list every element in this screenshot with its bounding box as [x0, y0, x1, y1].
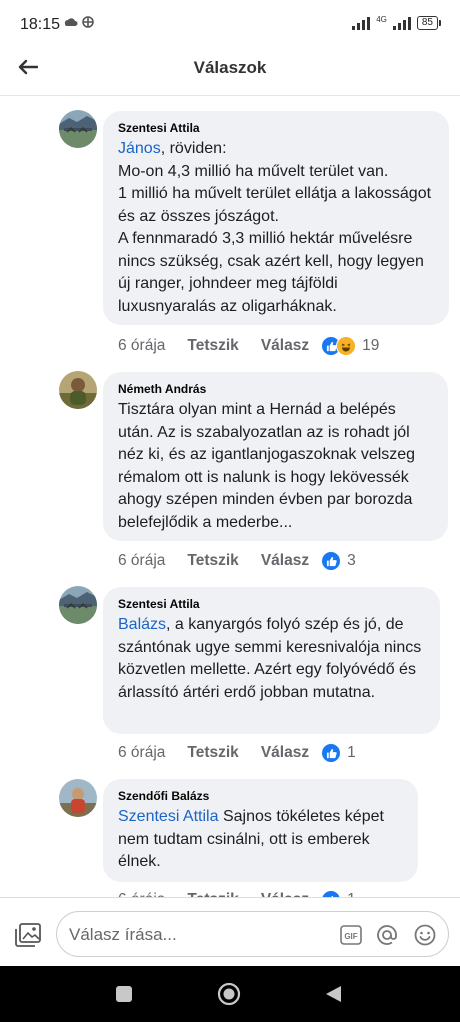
avatar-image: [59, 110, 97, 148]
system-nav-bar: [0, 966, 460, 1022]
photo-icon: [15, 923, 41, 947]
reply-button[interactable]: Válasz: [261, 744, 309, 762]
comment-author[interactable]: Németh András: [118, 382, 434, 397]
gif-icon: GIF: [340, 925, 362, 945]
reply-placeholder: Válasz írása...: [69, 925, 177, 944]
comment-actions: 6 órája Tetszik Válasz 1: [118, 743, 356, 763]
reaction-count: 1: [347, 744, 356, 761]
like-reaction-icon: [321, 743, 342, 763]
battery-indicator: 85: [416, 16, 442, 30]
svg-text:GIF: GIF: [344, 932, 357, 941]
comment-body: Tisztára olyan mint a Hernád a belépés u…: [118, 401, 416, 531]
reactions[interactable]: 3: [321, 551, 356, 571]
mention-link[interactable]: Balázs: [118, 616, 166, 633]
comment-text: Balázs, a kanyargós folyó szép és jó, de…: [118, 614, 426, 704]
mention-button[interactable]: [375, 923, 399, 947]
emoji-button[interactable]: [413, 923, 437, 947]
square-icon: [116, 986, 132, 1002]
mention-link[interactable]: Szentesi Attila: [118, 808, 219, 825]
status-right: 4G 85: [352, 15, 442, 30]
avatar[interactable]: [59, 586, 97, 624]
haha-reaction-icon: [336, 336, 357, 356]
gif-button[interactable]: GIF: [339, 923, 363, 947]
page-title: Válaszok: [193, 58, 267, 77]
back-nav-button[interactable]: [322, 983, 344, 1010]
avatar[interactable]: [59, 779, 97, 817]
comment-author[interactable]: Szentesi Attila: [118, 597, 426, 612]
avatar-image: [59, 779, 97, 817]
comment-time[interactable]: 6 órája: [118, 552, 165, 570]
recents-button[interactable]: [114, 984, 134, 1009]
like-reaction-icon: [321, 551, 342, 571]
like-button[interactable]: Tetszik: [187, 337, 238, 355]
weather-icon: [64, 16, 94, 28]
reply-composer: Válasz írása... GIF: [0, 897, 460, 970]
reactions[interactable]: 1: [321, 743, 356, 763]
comment-bubble[interactable]: Szendőfi Balázs Szentesi Attila Sajnos t…: [103, 779, 418, 882]
reply-button[interactable]: Válasz: [261, 337, 309, 355]
comment-text: Szentesi Attila Sajnos tökéletes képet n…: [118, 806, 404, 874]
comment-body: , röviden: Mo-on 4,3 millió ha művelt te…: [118, 140, 432, 315]
signal-icon: [352, 16, 371, 30]
comment-actions: 6 órája Tetszik Válasz 3: [118, 551, 356, 571]
mention-link[interactable]: János: [118, 140, 161, 157]
home-button[interactable]: [217, 982, 241, 1011]
comment-time[interactable]: 6 órája: [118, 744, 165, 762]
comment-bubble[interactable]: Szentesi Attila János, röviden: Mo-on 4,…: [103, 111, 449, 325]
comment-author[interactable]: Szendőfi Balázs: [118, 789, 404, 804]
reaction-count: 3: [347, 552, 356, 569]
network-type: 4G: [376, 15, 387, 24]
status-time: 18:15: [20, 16, 61, 33]
comment-author[interactable]: Szentesi Attila: [118, 121, 435, 136]
notification-icons: [62, 15, 96, 32]
signal-icon-2: [392, 16, 411, 30]
comment-text: János, röviden: Mo-on 4,3 millió ha műve…: [118, 138, 435, 318]
header: Válaszok: [0, 40, 460, 96]
reply-input[interactable]: Válasz írása... GIF: [56, 911, 449, 957]
avatar[interactable]: [59, 110, 97, 148]
comment-time[interactable]: 6 órája: [118, 337, 165, 355]
like-button[interactable]: Tetszik: [187, 744, 238, 762]
circle-home-icon: [217, 982, 241, 1006]
like-button[interactable]: Tetszik: [187, 552, 238, 570]
avatar-image: [59, 371, 97, 409]
avatar-image: [59, 586, 97, 624]
reactions[interactable]: 19: [321, 336, 379, 356]
comment-bubble[interactable]: Szentesi Attila Balázs, a kanyargós foly…: [103, 587, 440, 734]
comment-bubble[interactable]: Németh András Tisztára olyan mint a Hern…: [103, 372, 448, 541]
reply-button[interactable]: Válasz: [261, 552, 309, 570]
reaction-count: 19: [362, 337, 380, 354]
comment-actions: 6 órája Tetszik Válasz 19: [118, 336, 379, 356]
at-sign-icon: [377, 925, 397, 945]
avatar[interactable]: [59, 371, 97, 409]
triangle-back-icon: [326, 986, 341, 1002]
smiley-icon: [414, 924, 436, 946]
photo-button[interactable]: [14, 922, 42, 948]
